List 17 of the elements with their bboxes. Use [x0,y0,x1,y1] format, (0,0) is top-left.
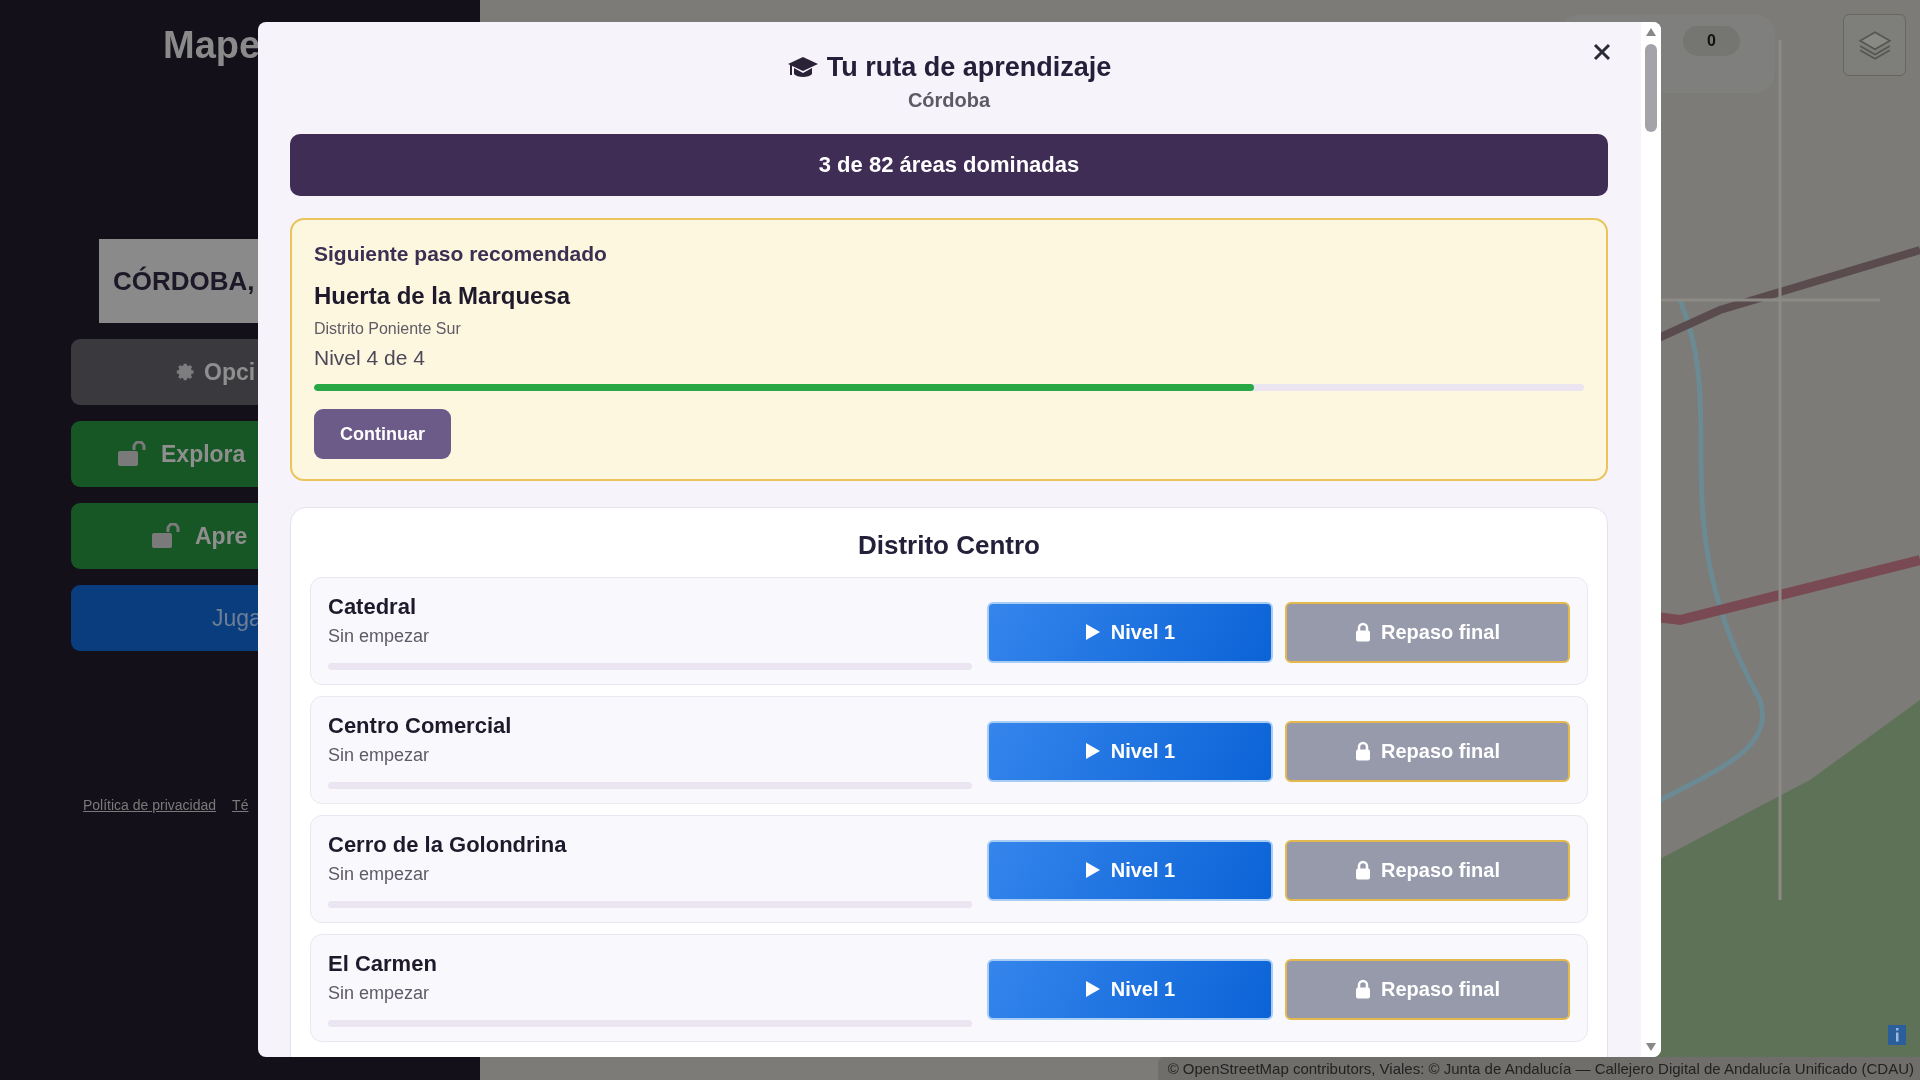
app-title: Mape [163,24,262,67]
score-counter: 0 [1683,26,1740,56]
area-name: El Carmen [328,951,437,977]
area-status: Sin empezar [328,626,430,647]
area-status: Sin empezar [328,745,430,766]
area-name: Catedral [328,594,417,620]
mastery-summary: 3 de 82 áreas dominadas [290,134,1608,196]
map-attribution: © OpenStreetMap contributors, Viales: © Junta de Andalucía — Callejero Digital de Andalucía Unificado (CDAU) [1157,1057,1920,1080]
district-name: Distrito Poniente Sur [314,320,461,338]
area-name: Cerro de la Golondrina [328,832,567,858]
section-title: Distrito Centro [857,530,1041,561]
area-status: Sin empezar [328,864,430,885]
area-name: Centro Comercial [328,713,512,739]
dialog-title: Tu ruta de aprendizaje [786,52,1112,83]
area-status: Sin empezar [328,983,430,1004]
dialog-subtitle: Córdoba [907,89,991,112]
level-text: Nivel 4 de 4 [314,346,425,370]
